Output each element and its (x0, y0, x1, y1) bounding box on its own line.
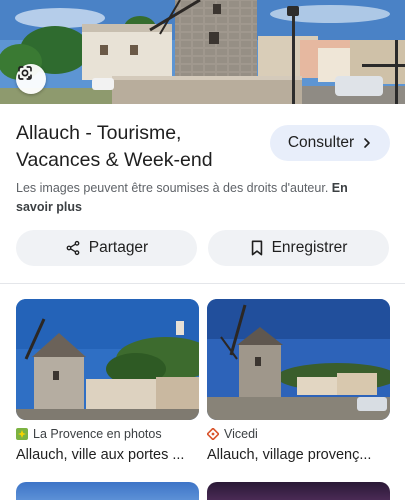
result-title[interactable]: Allauch - Tourisme, Vacances & Week-end (16, 120, 256, 174)
hero-image[interactable] (0, 0, 405, 104)
related-source-1[interactable]: La Provence en photos (16, 427, 162, 441)
chevron-right-icon (364, 138, 370, 148)
save-label: Enregistrer (271, 239, 348, 256)
related-image-4[interactable] (207, 482, 390, 500)
google-lens-icon (18, 66, 32, 80)
consult-label: Consulter (287, 134, 355, 151)
related-title-2[interactable]: Allauch, village provenç... (207, 447, 390, 463)
related-image-3[interactable] (16, 482, 199, 500)
google-lens-button[interactable] (16, 64, 46, 94)
la-provence-favicon (16, 428, 28, 440)
related-source-label: Vicedi (224, 427, 258, 441)
related-source-label: La Provence en photos (33, 427, 162, 441)
related-image-1[interactable] (16, 299, 199, 420)
save-button[interactable]: Enregistrer (208, 230, 389, 266)
share-label: Partager (88, 239, 149, 256)
windmill-village-photo (0, 0, 405, 104)
related-image-2[interactable] (207, 299, 390, 420)
related-source-2[interactable]: Vicedi (207, 427, 258, 441)
section-divider (0, 283, 405, 284)
share-button[interactable]: Partager (16, 230, 197, 266)
bookmark-icon (251, 240, 262, 256)
consult-button[interactable]: Consulter (270, 125, 390, 161)
vicedi-favicon (207, 428, 219, 440)
copyright-notice: Les images peuvent être soumises à des d… (16, 179, 388, 217)
copyright-text: Les images peuvent être soumises à des d… (16, 181, 329, 195)
windmill-photo (16, 299, 199, 420)
share-icon (66, 240, 80, 256)
windmill-photo (207, 299, 390, 420)
related-title-1[interactable]: Allauch, ville aux portes ... (16, 447, 199, 463)
